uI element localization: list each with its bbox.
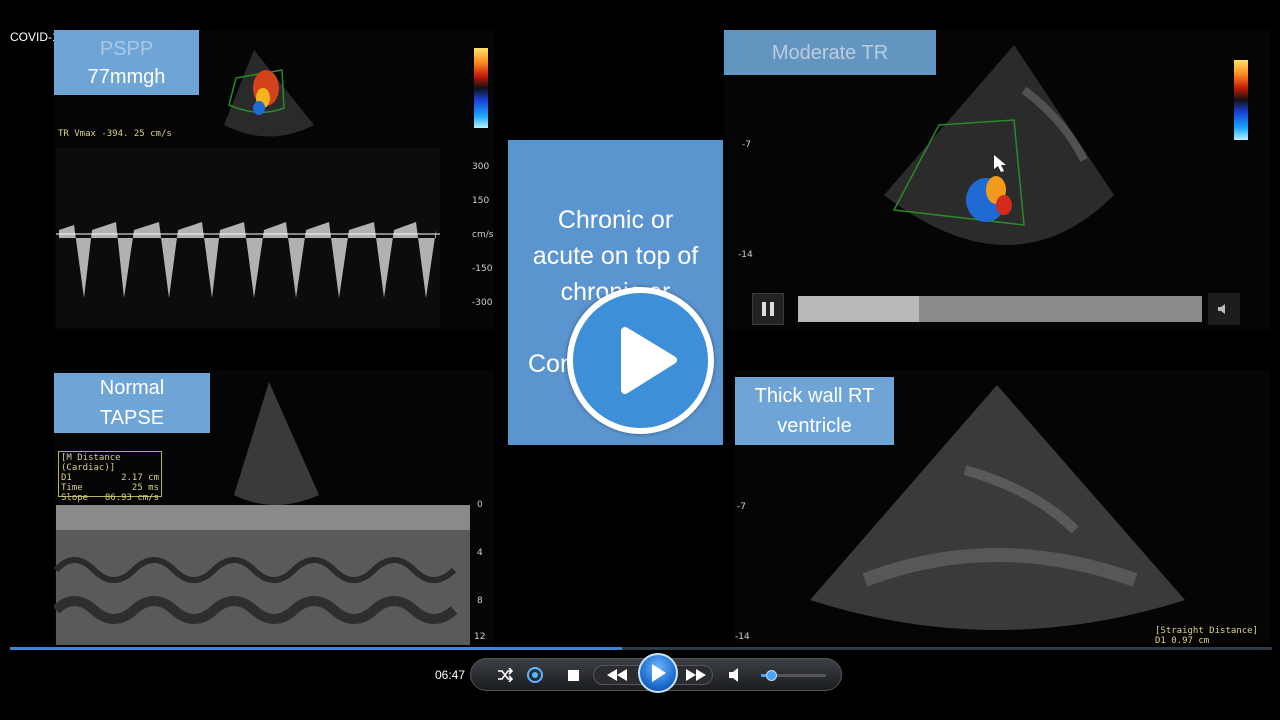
embedded-player-controls — [752, 293, 1242, 325]
next-button[interactable] — [684, 663, 708, 687]
moderate-tr-label: Moderate TR — [724, 30, 936, 75]
axis-tick: -14 — [735, 632, 750, 642]
m-distance-readout: [M Distance (Cardiac)] D1 2.17 cm Time 25 … — [58, 451, 162, 503]
seek-bar[interactable] — [10, 647, 1272, 650]
shuffle-icon — [498, 668, 513, 682]
play-button[interactable] — [638, 653, 678, 693]
pspp-label: PSPP 77mmgh — [54, 30, 199, 95]
axis-tick: 12 — [474, 632, 486, 642]
color-scale-bar — [1234, 60, 1248, 140]
axis-tick: cm/s — [472, 230, 494, 240]
axis-tick: 0 — [477, 500, 483, 510]
video-frame[interactable]: COVID-19 PROTOCOL PSPP 77mmgh TR Vmax -3… — [0, 0, 1280, 650]
volume-handle[interactable] — [765, 670, 777, 681]
shuffle-button[interactable] — [493, 663, 517, 687]
speaker-icon — [729, 668, 738, 682]
center-line: acute on top of — [532, 242, 699, 270]
pause-icon — [762, 302, 774, 316]
stop-button[interactable] — [561, 663, 585, 687]
previous-button[interactable] — [605, 663, 629, 687]
play-icon — [652, 664, 666, 682]
rv-panel: Thick wall RT ventricle -7 -14 [Straight… — [735, 370, 1270, 645]
center-line: Chronic or — [557, 206, 674, 234]
axis-tick: -300 — [472, 298, 493, 308]
tapse-label: Normal TAPSE — [54, 373, 210, 433]
player-controls — [470, 653, 842, 693]
seek-progress — [10, 647, 623, 650]
straight-distance-readout: [Straight Distance] D1 0.97 cm — [1155, 626, 1258, 645]
axis-tick: 300 — [472, 162, 490, 172]
fast-forward-icon — [686, 669, 706, 681]
rv-label: Thick wall RT ventricle — [735, 377, 894, 445]
repeat-icon — [527, 667, 543, 683]
play-icon — [621, 327, 677, 394]
pause-button[interactable] — [752, 293, 784, 325]
overlay-play-button[interactable] — [567, 287, 714, 434]
volume-button[interactable] — [1208, 293, 1240, 325]
embedded-seek-progress — [798, 296, 920, 322]
axis-tick: -150 — [472, 264, 493, 274]
rewind-icon — [607, 669, 627, 681]
tapse-panel: Normal TAPSE [M Distance (Cardiac)] D1 2.… — [54, 370, 494, 645]
pspp-panel: PSPP 77mmgh TR Vmax -394. 25 cm/s 300 15… — [54, 30, 494, 330]
mute-button[interactable] — [724, 663, 748, 687]
tr-panel: Moderate TR -7 -14 — [724, 30, 1270, 330]
axis-tick: -7 — [737, 502, 746, 512]
axis-tick: 8 — [477, 596, 483, 606]
stop-icon — [567, 669, 579, 681]
speaker-icon — [1218, 304, 1225, 314]
axis-tick: 4 — [477, 548, 483, 558]
axis-tick: 150 — [472, 196, 490, 206]
axis-tick: -7 — [742, 140, 751, 150]
color-scale-bar — [474, 48, 488, 128]
volume-slider[interactable] — [761, 670, 826, 681]
time-display: 06:47 — [435, 668, 466, 682]
embedded-seek-bar[interactable] — [798, 296, 1202, 322]
axis-tick: -14 — [738, 250, 753, 260]
tr-vmax-readout: TR Vmax -394. 25 cm/s — [58, 129, 172, 139]
repeat-button[interactable] — [523, 663, 547, 687]
